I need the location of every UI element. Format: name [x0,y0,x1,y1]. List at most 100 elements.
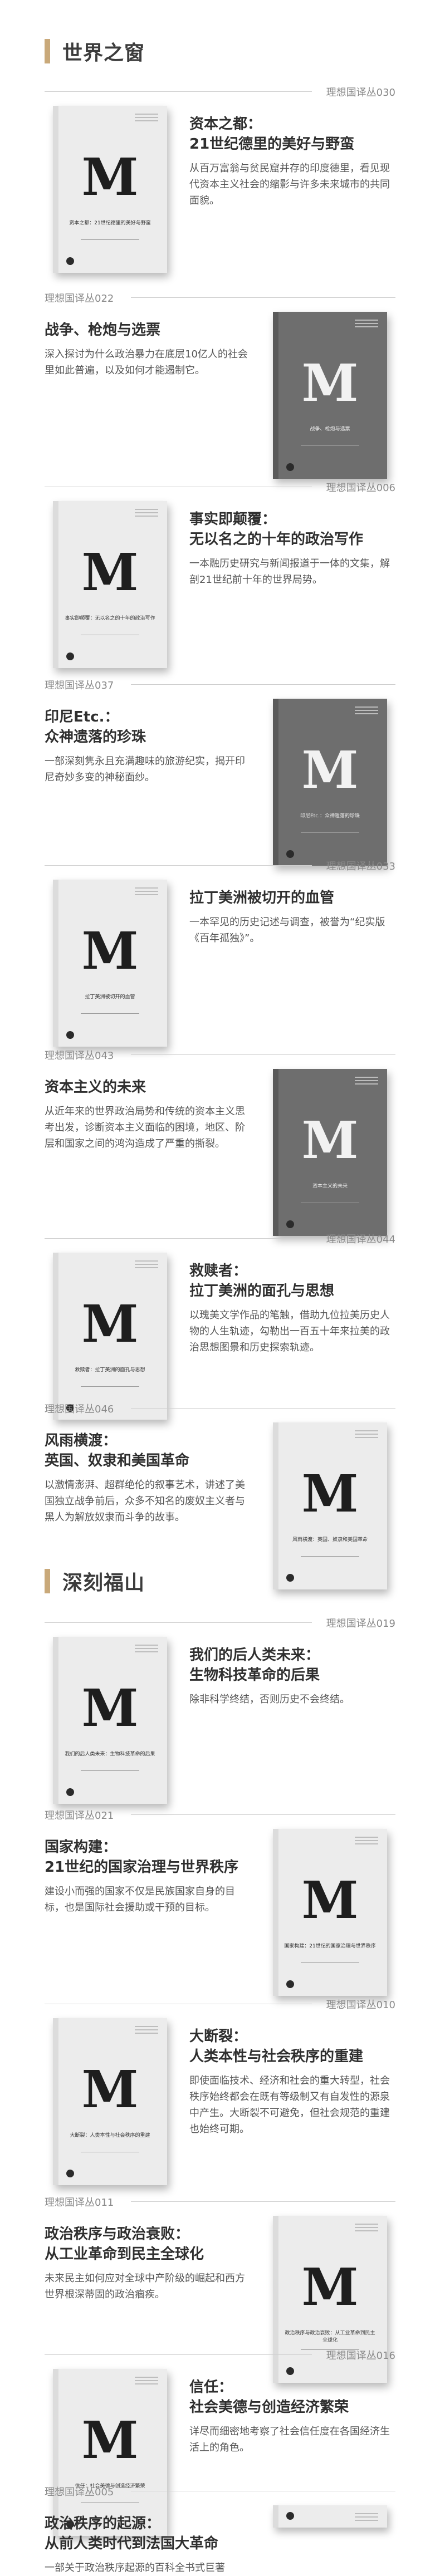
cover-rule [81,1013,139,1014]
book-card[interactable]: 理想国译丛019 M 我们的后人类未来：生物科技革命的后果 我们的后人类未来： 生物科… [0,1615,440,1804]
cover-line [135,2029,158,2030]
section-header: 世界之窗 [45,35,145,68]
cover-line [355,2230,378,2231]
book-title: 风雨横渡： 英国、奴隶和美国革命 [45,1432,190,1469]
book-cover-title: 风雨横渡：英国、奴隶和美国革命 [292,1537,368,1543]
series-label: 理想国译丛005 [45,2486,114,2498]
divider-line [131,684,395,685]
book-title: 政治秩序与政治衰败： 从工业革命到民主全球化 [45,2226,204,2263]
cover-line [355,2520,378,2521]
book-cover[interactable]: M 大断裂：人类本性与社会秩序的重建 [53,2018,167,2185]
book-card[interactable]: 理想国译丛046 M 风雨横渡：英国、奴隶和美国革命 风雨横渡： 英国、奴隶和美国革命… [0,1400,440,1589]
publisher-mark-icon [66,2170,74,2177]
imaginist-logo-icon: M [81,1294,139,1354]
book-card[interactable]: 理想国译丛010 M 大断裂：人类本性与社会秩序的重建 大断裂： 人类本性与社会秩序的… [0,1996,440,2185]
imaginist-logo-icon: M [81,542,139,602]
cover-line [135,516,158,517]
cover-lines-icon [355,1837,378,1847]
cover-line [135,2377,158,2378]
divider-line [131,2201,395,2202]
imaginist-logo-icon: M [301,353,359,413]
book-cover[interactable]: M 拉丁美洲被切开的血管 [53,880,167,1047]
publisher-mark-icon [66,257,74,265]
book-title: 我们的后人类未来： 生物科技革命的后果 [189,1647,320,1684]
cover-line [135,117,158,118]
book-card[interactable]: 理想国译丛030 M 资本之都：21世纪德里的美好与野蛮 资本之都： 21世纪德里的美… [0,84,440,273]
book-card[interactable]: 理想国译丛044 M 救赎者：拉丁美洲的面孔与思想 救赎者： 拉丁美洲的面孔与思想 以瑰… [0,1230,440,1420]
book-cover[interactable]: M 印尼Etc.：众神遗落的珍珠 [273,699,387,866]
imaginist-logo-icon: M [301,1464,359,1524]
publisher-mark-icon [286,1980,294,1988]
book-description: 即使面临技术、经济和社会的重大转型，社会秩序始终都会在既有等级制又有自发性的源泉… [189,2075,390,2135]
series-label: 理想国译丛006 [326,482,395,494]
book-card[interactable]: 理想国译丛006 M 事实即颠覆：无以名之的十年的政治写作 事实即颠覆： 无以名之的十… [0,479,440,668]
book-cover-title: 资本主义的未来 [312,1184,348,1189]
cover-lines-icon [355,320,378,330]
cover-line [135,1645,158,1646]
cover-line [355,713,378,714]
cover-lines-icon [355,1077,378,1087]
book-cover[interactable]: M 国家构建：21世纪的国家治理与世界秩序 [273,1829,387,1996]
book-card[interactable]: 理想国译丛016 M 信任：社会美德与创造经济繁荣 信任： 社会美德与创造经济繁荣 详尽… [0,2347,440,2536]
book-card[interactable]: 理想国译丛011 M 政治秩序与政治衰败：从工业革命到民主全球化 政治秩序与政治衰败：… [0,2194,440,2383]
book-title: 救赎者： 拉丁美洲的面孔与思想 [189,1263,335,1299]
publisher-mark-icon [286,2512,294,2520]
series-label: 理想国译丛010 [326,1999,395,2011]
cover-line [355,1437,378,1438]
book-description: 一部关于政治秩序起源的百科全书式巨著 [45,2562,225,2574]
series-label: 理想国译丛021 [45,1810,114,1822]
book-description: 以瑰美文学作品的笔触，借助九位拉美历史人物的人生轨迹，勾勒出一百五十年来拉美的政… [189,1309,390,1353]
book-cover[interactable]: M 风雨横渡：英国、奴隶和美国革命 [273,1422,387,1589]
book-title: 信任： 社会美德与创造经济繁荣 [189,2379,349,2416]
book-cover-title: 资本之都：21世纪德里的美好与野蛮 [69,220,151,226]
book-cover[interactable]: M 救赎者：拉丁美洲的面孔与思想 [53,1253,167,1420]
series-label: 理想国译丛037 [45,680,114,691]
cover-line [135,512,158,513]
book-title: 事实即颠覆： 无以名之的十年的政治写作 [189,511,364,548]
section-accent-bar [45,39,50,63]
book-cover[interactable]: M 我们的后人类未来：生物科技革命的后果 [53,1637,167,1804]
cover-line [135,2033,158,2034]
section-title: 深刻福山 [62,1572,145,1594]
divider-line [131,1814,395,1815]
book-description: 以激情澎湃、超群绝伦的叙事艺术，讲述了美国独立战争前后，众多不知名的废奴主义者与… [45,1479,245,1523]
series-label: 理想国译丛011 [45,2197,114,2209]
book-title: 国家构建： 21世纪的国家治理与世界秩序 [45,1839,239,1876]
imaginist-logo-icon: M [81,2410,139,2470]
book-title: 资本之都： 21世纪德里的美好与野蛮 [189,116,355,153]
book-cover[interactable]: M 事实即颠覆：无以名之的十年的政治写作 [53,501,167,668]
cover-line [355,1434,378,1435]
book-cover[interactable]: M 资本主义的未来 [273,1069,387,1236]
book-card[interactable]: 理想国译丛033 M 拉丁美洲被切开的血管 拉丁美洲被切开的血管 一本罕见的历史记述与调… [0,857,440,1047]
cover-rule [301,832,359,833]
book-cover-title: 救赎者：拉丁美洲的面孔与思想 [75,1367,145,1373]
book-cover[interactable]: m政治秩序的起源：从前人类时代到法国大革命 [273,2505,387,2528]
book-cover[interactable]: M 资本之都：21世纪德里的美好与野蛮 [53,106,167,273]
cover-line [355,1080,378,1081]
book-cover[interactable]: M 战争、枪炮与选票 [273,312,387,479]
book-description: 从百万富翁与贫民窟并存的印度德里，看见现代资本主义社会的缩影与许多未来城市的共同… [189,163,390,207]
book-description: 除非科学终结，否则历史不会终结。 [189,1694,350,1705]
cover-rule [81,239,139,240]
book-card[interactable]: 理想国译丛021 M 国家构建：21世纪的国家治理与世界秩序 国家构建： 21世纪的国… [0,1807,440,1996]
book-cover-title: 印尼Etc.：众神遗落的珍珠 [300,813,360,819]
book-description: 未来民主如何应对全球中产阶级的崛起和西方世界根深蒂固的政治痼疾。 [45,2273,245,2300]
section-accent-bar [45,1569,50,1593]
publisher-mark-icon [66,1788,74,1796]
book-card[interactable]: 理想国译丛022 M 战争、枪炮与选票 战争、枪炮与选票 深入探讨为什么政治暴力在底层1… [0,290,440,479]
cover-lines-icon [355,2513,378,2523]
series-label: 理想国译丛022 [45,293,114,305]
publisher-mark-icon [286,850,294,858]
cover-line [355,326,378,327]
cover-line [135,1648,158,1649]
book-title: 印尼Etc.： 众神遗落的珍珠 [45,709,146,745]
cover-line [135,894,158,895]
cover-line [135,887,158,889]
publisher-mark-icon [286,1574,294,1582]
book-card[interactable]: 理想国译丛043 M 资本主义的未来 资本主义的未来 从近年来的世界政治局势和传统的资本… [0,1047,440,1236]
imaginist-logo-icon: M [301,2257,359,2317]
divider-line [45,1238,312,1239]
book-card[interactable]: 理想国译丛037 M 印尼Etc.：众神遗落的珍珠 印尼Etc.： 众神遗落的珍珠 一部… [0,676,440,866]
book-card[interactable]: 理想国译丛005 m政治秩序的起源：从前人类时代到法国大革命 政治秩序的起源： 从前… [0,2483,440,2574]
cover-rule [81,1386,139,1387]
